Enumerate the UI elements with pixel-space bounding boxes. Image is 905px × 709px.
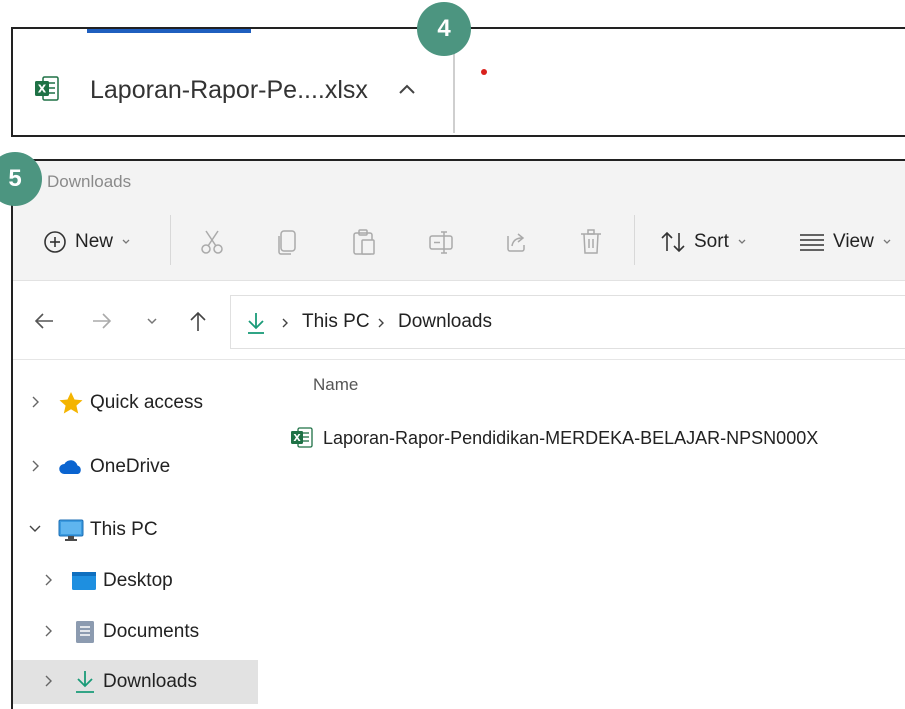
excel-file-icon: X	[291, 427, 313, 449]
sidebar-item-label: Quick access	[90, 392, 203, 413]
recent-locations-chevron-icon[interactable]	[141, 310, 163, 332]
title-bar: Downloads	[13, 161, 905, 201]
svg-text:X: X	[38, 83, 47, 96]
sort-button[interactable]: Sort	[660, 227, 747, 257]
documents-icon	[73, 620, 99, 644]
navigation-bar: This PC Downloads	[13, 282, 905, 360]
cloud-icon	[58, 455, 84, 479]
sidebar-item-label: Downloads	[103, 671, 197, 692]
file-list: Name X Laporan-Rapor-Pendidikan-MERDEKA-…	[261, 361, 905, 709]
sidebar-item-label: This PC	[90, 519, 158, 540]
desktop-folder-icon	[71, 569, 97, 593]
view-button-label: View	[833, 231, 874, 252]
rename-button[interactable]	[427, 227, 455, 257]
toolbar-separator	[170, 215, 171, 265]
download-file-name[interactable]: Laporan-Rapor-Pe....xlsx	[90, 76, 368, 105]
view-button[interactable]: View	[799, 227, 892, 257]
rename-icon	[429, 231, 453, 254]
chevron-down-icon	[883, 239, 891, 244]
cut-icon	[201, 230, 223, 254]
breadcrumb-this-pc[interactable]: This PC	[302, 311, 370, 333]
sidebar-item-label: Documents	[103, 621, 200, 642]
excel-file-icon: X	[35, 75, 59, 103]
plus-circle-icon	[44, 231, 66, 253]
new-button-label: New	[75, 231, 114, 252]
share-icon	[507, 233, 525, 252]
cut-button[interactable]	[199, 227, 225, 257]
monitor-icon	[58, 518, 84, 542]
back-arrow-icon[interactable]	[33, 310, 55, 332]
column-header-name[interactable]: Name	[313, 375, 358, 395]
sidebar-item-quick-access[interactable]: Quick access	[13, 381, 258, 425]
step-badge-4: 4	[417, 2, 471, 56]
chevron-up-icon[interactable]	[395, 79, 419, 99]
sidebar-item-label: Desktop	[103, 570, 173, 591]
forward-arrow-icon[interactable]	[91, 310, 113, 332]
download-arrow-icon	[245, 311, 267, 335]
sidebar-item-this-pc[interactable]: This PC	[13, 508, 258, 552]
chevron-right-icon[interactable]	[43, 674, 55, 688]
navigation-pane: Quick access OneDrive This PC Desktop Do…	[13, 361, 261, 709]
active-tab-indicator	[87, 29, 251, 33]
window-title: Downloads	[47, 172, 132, 191]
up-arrow-icon[interactable]	[187, 310, 209, 332]
chevron-right-icon	[377, 316, 385, 328]
file-explorer-window: Downloads New Sort View This PC Download…	[11, 159, 905, 709]
star-icon	[58, 391, 84, 415]
view-icon	[800, 234, 824, 251]
breadcrumb-downloads[interactable]: Downloads	[398, 311, 492, 333]
chevron-down-icon	[122, 239, 130, 244]
chevron-right-icon[interactable]	[30, 459, 42, 473]
chevron-right-icon[interactable]	[30, 395, 42, 409]
sidebar-item-downloads[interactable]: Downloads	[13, 660, 258, 704]
sidebar-item-onedrive[interactable]: OneDrive	[13, 445, 258, 489]
chevron-down-icon	[738, 239, 746, 244]
recording-dot	[481, 69, 487, 75]
sort-icon	[661, 231, 685, 253]
command-bar: New Sort View	[13, 201, 905, 281]
share-button[interactable]	[503, 227, 529, 257]
address-bar[interactable]: This PC Downloads	[230, 295, 905, 349]
file-name: Laporan-Rapor-Pendidikan-MERDEKA-BELAJAR…	[323, 428, 819, 448]
download-arrow-icon	[73, 670, 99, 694]
paste-button[interactable]	[351, 227, 377, 257]
chevron-right-icon[interactable]	[43, 573, 55, 587]
new-button[interactable]: New	[43, 227, 131, 257]
sidebar-item-documents[interactable]: Documents	[13, 610, 258, 654]
chevron-right-icon[interactable]	[43, 624, 55, 638]
delete-button[interactable]	[579, 227, 603, 257]
list-item[interactable]: X Laporan-Rapor-Pendidikan-MERDEKA-BELAJ…	[291, 423, 891, 453]
svg-text:X: X	[293, 433, 301, 444]
toolbar-separator	[634, 215, 635, 265]
sort-button-label: Sort	[694, 231, 729, 252]
copy-button[interactable]	[275, 227, 299, 257]
copy-icon	[278, 230, 296, 255]
paste-icon	[353, 229, 375, 255]
sidebar-item-label: OneDrive	[90, 456, 171, 477]
chevron-down-icon[interactable]	[28, 522, 41, 536]
delete-icon	[581, 229, 601, 254]
chevron-right-icon	[281, 316, 289, 328]
sidebar-item-desktop[interactable]: Desktop	[13, 559, 258, 603]
